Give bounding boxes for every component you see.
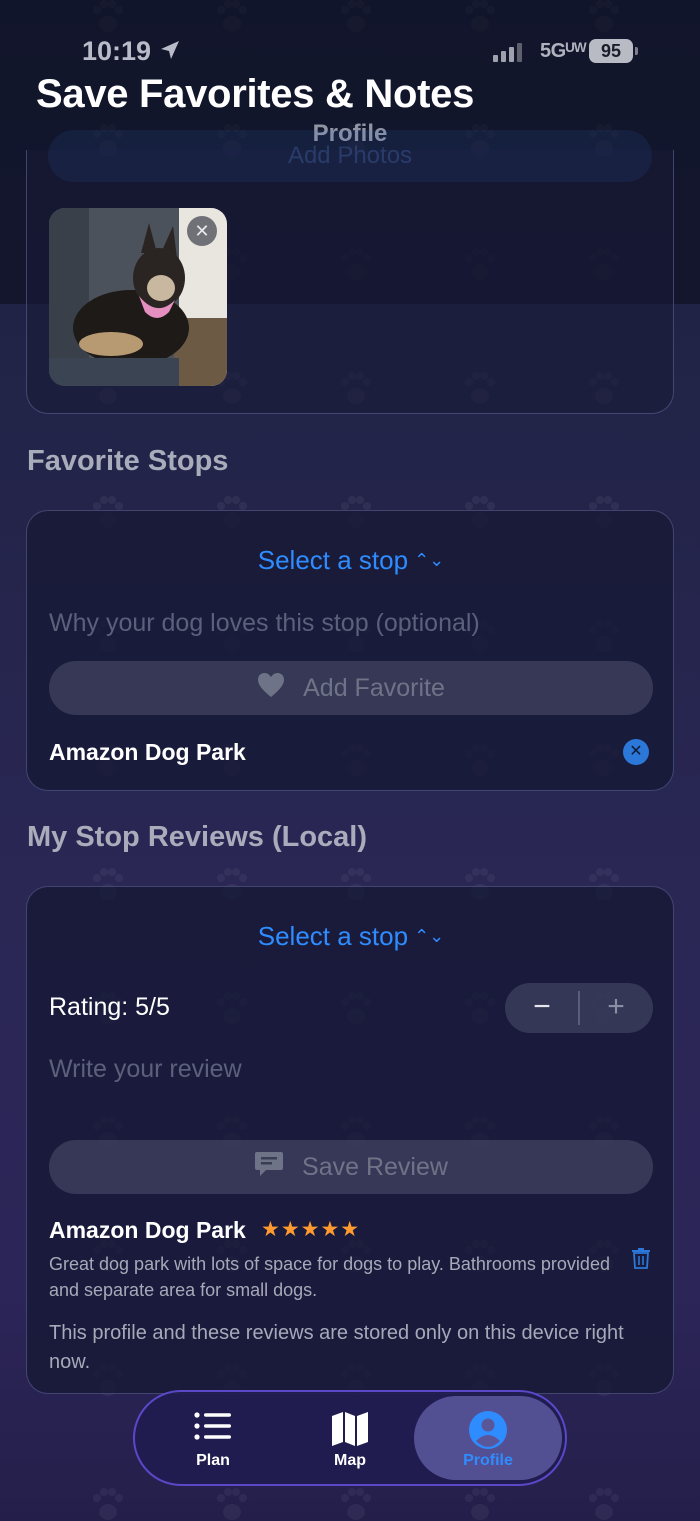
review-item-name: Amazon Dog Park <box>49 1217 246 1243</box>
status-time: 10:19 <box>82 36 152 66</box>
person-icon <box>468 1410 508 1455</box>
favorite-stops-heading: Favorite Stops <box>27 445 229 477</box>
favorite-stop-picker[interactable]: Select a stop ⌃⌄ <box>27 545 675 576</box>
battery-tip <box>635 47 638 55</box>
chevron-updown-icon: ⌃⌄ <box>414 550 445 570</box>
tab-bar: Plan Map Profile <box>133 1390 567 1486</box>
reviews-card: Select a stop ⌃⌄ Rating: 5/5 − + Write yo… <box>26 886 674 1394</box>
tab-profile[interactable]: Profile <box>414 1396 562 1480</box>
save-review-button[interactable]: Save Review <box>49 1140 653 1194</box>
review-stop-picker[interactable]: Select a stop ⌃⌄ <box>27 921 675 952</box>
reviews-heading: My Stop Reviews (Local) <box>27 821 368 853</box>
photo-card: ✕ <box>26 150 674 414</box>
promo-headline: Save Favorites & Notes <box>36 72 475 116</box>
heart-icon <box>257 672 285 705</box>
favorite-picker-label: Select a stop <box>257 545 409 575</box>
local-storage-note: This profile and these reviews are store… <box>49 1322 624 1373</box>
rating-decrement-button[interactable]: − <box>505 983 579 1033</box>
cellular-signal-icon <box>493 42 522 62</box>
review-item-text: Great dog park with lots of space for do… <box>49 1254 610 1300</box>
rating-increment-button[interactable]: + <box>579 983 653 1033</box>
save-review-label: Save Review <box>302 1152 448 1181</box>
chevron-updown-icon: ⌃⌄ <box>414 926 445 946</box>
map-icon <box>330 1410 370 1453</box>
tab-plan[interactable]: Plan <box>143 1392 283 1484</box>
message-icon <box>254 1150 284 1185</box>
favorite-stops-card: Select a stop ⌃⌄ Why your dog loves this … <box>26 510 674 791</box>
battery-icon: 95 <box>589 39 633 63</box>
remove-favorite-button[interactable]: ✕ <box>623 739 649 765</box>
remove-photo-button[interactable]: ✕ <box>187 216 217 246</box>
tab-map-label: Map <box>334 1452 366 1469</box>
rating-stepper[interactable]: − + <box>505 983 653 1033</box>
tab-profile-label: Profile <box>463 1452 513 1469</box>
tab-plan-label: Plan <box>196 1452 230 1469</box>
list-icon <box>193 1410 233 1447</box>
add-photos-button[interactable]: Add Photos <box>48 130 652 182</box>
favorite-note-input[interactable]: Why your dog loves this stop (optional) <box>49 609 480 638</box>
rating-label: Rating: 5/5 <box>49 993 170 1021</box>
tab-map[interactable]: Map <box>280 1392 420 1484</box>
favorite-item-name: Amazon Dog Park <box>49 739 246 765</box>
review-text-input[interactable]: Write your review <box>49 1055 242 1084</box>
trash-icon[interactable] <box>631 1247 651 1274</box>
review-picker-label: Select a stop <box>257 921 409 951</box>
review-stars: ★★★★★ <box>261 1218 361 1241</box>
add-favorite-label: Add Favorite <box>303 673 445 702</box>
status-bar: 10:19 5Gᵁᵂ 95 <box>0 36 700 70</box>
network-type: 5Gᵁᵂ <box>540 40 587 62</box>
add-favorite-button[interactable]: Add Favorite <box>49 661 653 715</box>
location-arrow-icon <box>158 38 182 67</box>
